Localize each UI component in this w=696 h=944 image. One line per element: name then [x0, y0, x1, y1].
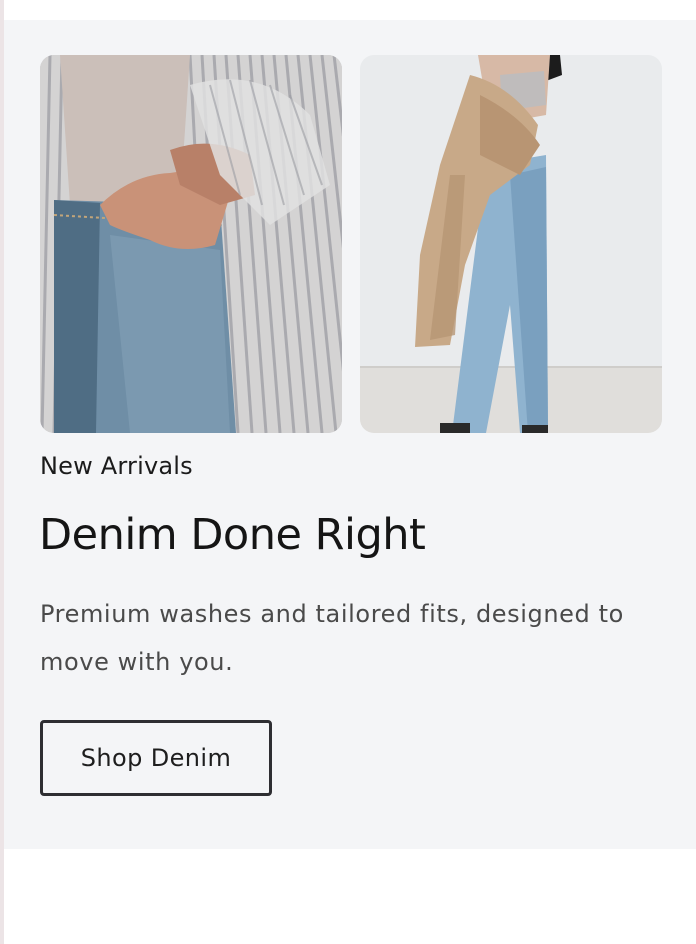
denim-promo-section: New Arrivals Denim Done Right Premium wa… [4, 20, 696, 849]
denim-pocket-photo [40, 55, 342, 433]
section-eyebrow: New Arrivals [40, 452, 193, 480]
section-description: Premium washes and tailored fits, design… [40, 600, 624, 676]
section-headline: Denim Done Right [39, 510, 426, 560]
denim-trench-photo [360, 55, 662, 433]
shop-denim-button[interactable]: Shop Denim [40, 720, 272, 796]
